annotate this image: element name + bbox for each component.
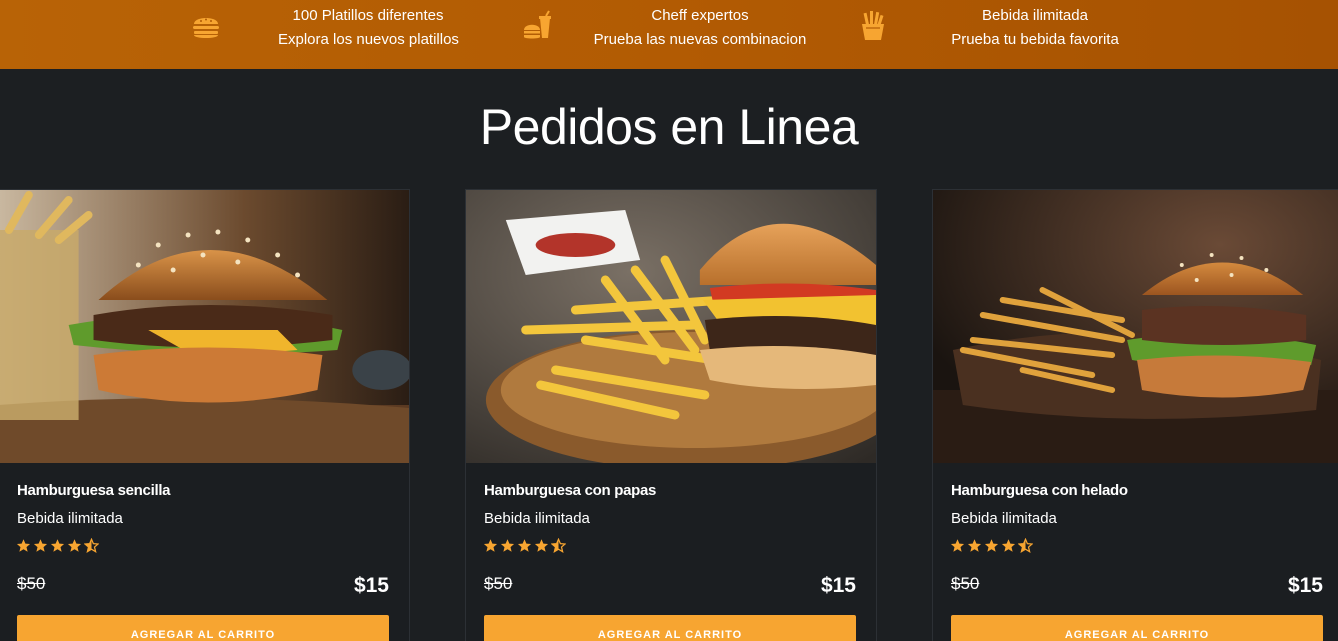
star-icon (1001, 539, 1016, 552)
hamburger-icon (193, 18, 219, 38)
fries-icon (862, 11, 884, 40)
feature-subtitle: Prueba tu bebida favorita (951, 31, 1119, 48)
star-icon (16, 539, 31, 552)
product-card: Hamburguesa con helado Bebida ilimitada … (932, 189, 1338, 641)
star-half-icon (84, 538, 99, 553)
price: $15 (1287, 574, 1323, 597)
product-card: Hamburguesa sencilla Bebida ilimitada $5… (0, 189, 410, 641)
product-image (933, 190, 1338, 463)
features-bar: 100 Platillos diferentes Explora los nue… (0, 0, 1338, 69)
star-icon (50, 539, 65, 552)
add-to-cart-button[interactable]: AGREGAR AL CARRITO (951, 615, 1323, 641)
product-description: Bebida ilimitada (484, 510, 590, 527)
product-card: Hamburguesa con papas Bebida ilimitada $… (465, 189, 877, 641)
product-image (466, 190, 876, 463)
feature-title: Bebida ilimitada (982, 7, 1088, 24)
feature-subtitle: Prueba las nuevas combinacion (593, 31, 807, 48)
feature-title: 100 Platillos diferentes (292, 7, 444, 24)
star-icon (967, 539, 982, 552)
product-description: Bebida ilimitada (951, 510, 1057, 527)
product-name: Hamburguesa con helado (951, 482, 1128, 499)
star-icon (534, 539, 549, 552)
star-icon (517, 539, 532, 552)
old-price: $50 (17, 574, 46, 593)
star-icon (33, 539, 48, 552)
star-icon (950, 539, 965, 552)
old-price: $50 (484, 574, 513, 593)
star-icon (67, 539, 82, 552)
old-price: $50 (951, 574, 980, 593)
price: $15 (353, 574, 389, 597)
star-half-icon (1018, 538, 1033, 553)
product-name: Hamburguesa con papas (484, 482, 657, 499)
rating-stars (950, 538, 1033, 553)
star-icon (500, 539, 515, 552)
star-icon (483, 539, 498, 552)
product-name: Hamburguesa sencilla (17, 482, 171, 499)
add-to-cart-button[interactable]: AGREGAR AL CARRITO (484, 615, 856, 641)
star-icon (984, 539, 999, 552)
star-half-icon (551, 538, 566, 553)
add-to-cart-button[interactable]: AGREGAR AL CARRITO (17, 615, 389, 641)
burger-drink-icon (524, 10, 551, 39)
section-title: Pedidos en Linea (479, 99, 859, 155)
feature-subtitle: Explora los nuevos platillos (278, 31, 459, 48)
product-description: Bebida ilimitada (17, 510, 123, 527)
product-image (0, 190, 409, 463)
rating-stars (483, 538, 566, 553)
price: $15 (820, 574, 856, 597)
feature-title: Cheff expertos (651, 7, 749, 24)
rating-stars (16, 538, 99, 553)
